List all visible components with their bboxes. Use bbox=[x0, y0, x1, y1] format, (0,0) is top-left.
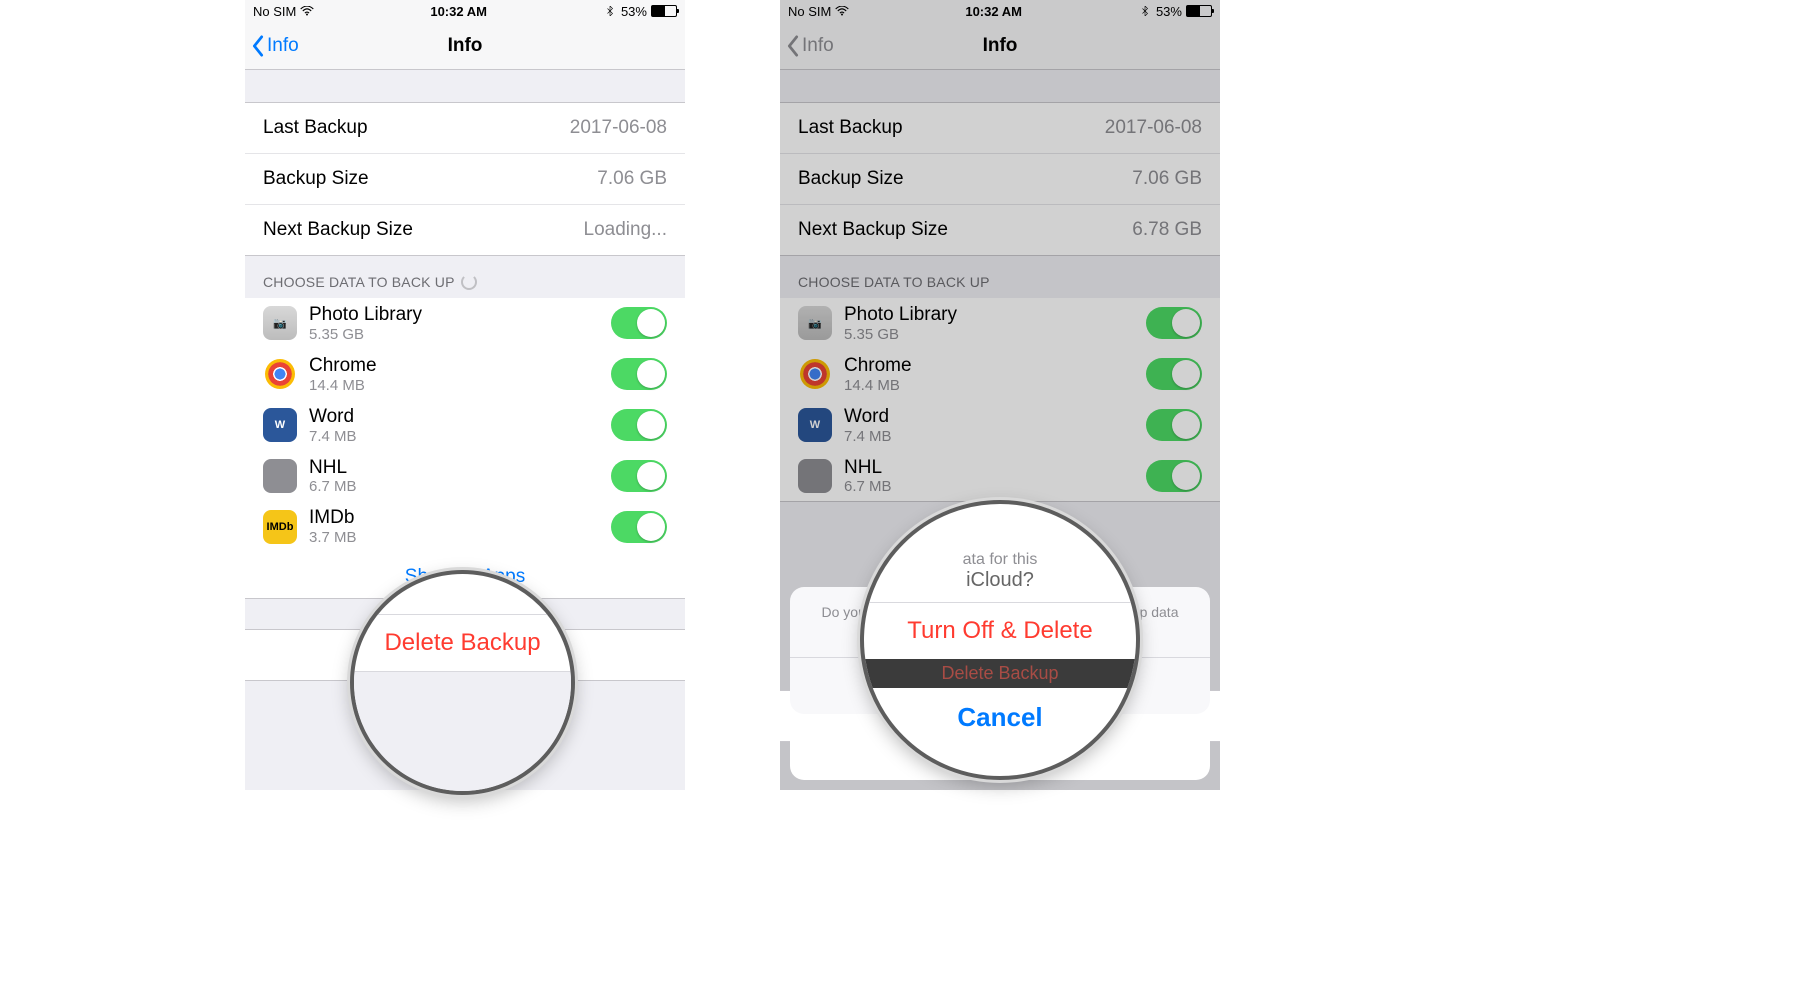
last-backup-value: 2017-06-08 bbox=[570, 117, 667, 139]
status-bar: No SIM 10:32 AM 53% bbox=[245, 0, 685, 22]
app-row-word: W Word 7.4 MB bbox=[245, 400, 685, 451]
app-name: Photo Library bbox=[309, 304, 599, 326]
toggle-imdb[interactable] bbox=[611, 511, 667, 543]
chevron-left-icon bbox=[251, 35, 265, 57]
backup-info-group: Last Backup 2017-06-08 Backup Size 7.06 … bbox=[245, 102, 685, 256]
apps-list: 📷 Photo Library 5.35 GB Chrome 14.4 MB W… bbox=[245, 298, 685, 599]
choose-data-header: CHOOSE DATA TO BACK UP bbox=[245, 256, 685, 298]
toggle-chrome[interactable] bbox=[611, 358, 667, 390]
imdb-icon: IMDb bbox=[263, 510, 297, 544]
magnifier-turn-off-delete: ata for this iCloud? Turn Off & Delete D… bbox=[860, 500, 1140, 780]
app-size: 3.7 MB bbox=[309, 529, 599, 546]
app-name: Word bbox=[309, 406, 599, 428]
app-size: 5.35 GB bbox=[309, 326, 599, 343]
carrier-label: No SIM bbox=[253, 4, 296, 19]
toggle-nhl[interactable] bbox=[611, 460, 667, 492]
app-size: 14.4 MB bbox=[309, 377, 599, 394]
backup-size-label: Backup Size bbox=[263, 168, 369, 190]
app-row-chrome: Chrome 14.4 MB bbox=[245, 349, 685, 400]
wifi-icon bbox=[300, 6, 314, 16]
toggle-photo-library[interactable] bbox=[611, 307, 667, 339]
nav-bar: Info Info bbox=[245, 22, 685, 70]
chrome-icon bbox=[263, 357, 297, 391]
app-row-nhl: NHL 6.7 MB bbox=[245, 451, 685, 502]
app-row-photo-library: 📷 Photo Library 5.35 GB bbox=[245, 298, 685, 349]
word-icon: W bbox=[263, 408, 297, 442]
back-button[interactable]: Info bbox=[245, 35, 299, 57]
nav-title: Info bbox=[245, 35, 685, 57]
battery-pct-label: 53% bbox=[621, 4, 647, 19]
app-size: 6.7 MB bbox=[309, 478, 599, 495]
backup-size-value: 7.06 GB bbox=[597, 168, 667, 190]
loading-spinner-icon bbox=[461, 274, 477, 290]
next-backup-row: Next Backup Size Loading... bbox=[245, 205, 685, 255]
battery-icon bbox=[651, 5, 677, 17]
app-name: IMDb bbox=[309, 507, 599, 529]
app-size: 7.4 MB bbox=[309, 428, 599, 445]
backup-size-row: Backup Size 7.06 GB bbox=[245, 154, 685, 205]
nhl-icon bbox=[263, 459, 297, 493]
last-backup-row: Last Backup 2017-06-08 bbox=[245, 103, 685, 154]
app-name: NHL bbox=[309, 457, 599, 479]
last-backup-label: Last Backup bbox=[263, 117, 368, 139]
app-name: Chrome bbox=[309, 355, 599, 377]
magnifier-delete-backup: Delete Backup bbox=[350, 570, 575, 795]
next-backup-label: Next Backup Size bbox=[263, 219, 413, 241]
toggle-word[interactable] bbox=[611, 409, 667, 441]
next-backup-value: Loading... bbox=[584, 219, 667, 241]
clock-label: 10:32 AM bbox=[430, 4, 487, 19]
back-label: Info bbox=[267, 35, 299, 57]
app-row-imdb: IMDb IMDb 3.7 MB bbox=[245, 501, 685, 552]
bluetooth-icon bbox=[603, 6, 617, 16]
camera-icon: 📷 bbox=[263, 306, 297, 340]
